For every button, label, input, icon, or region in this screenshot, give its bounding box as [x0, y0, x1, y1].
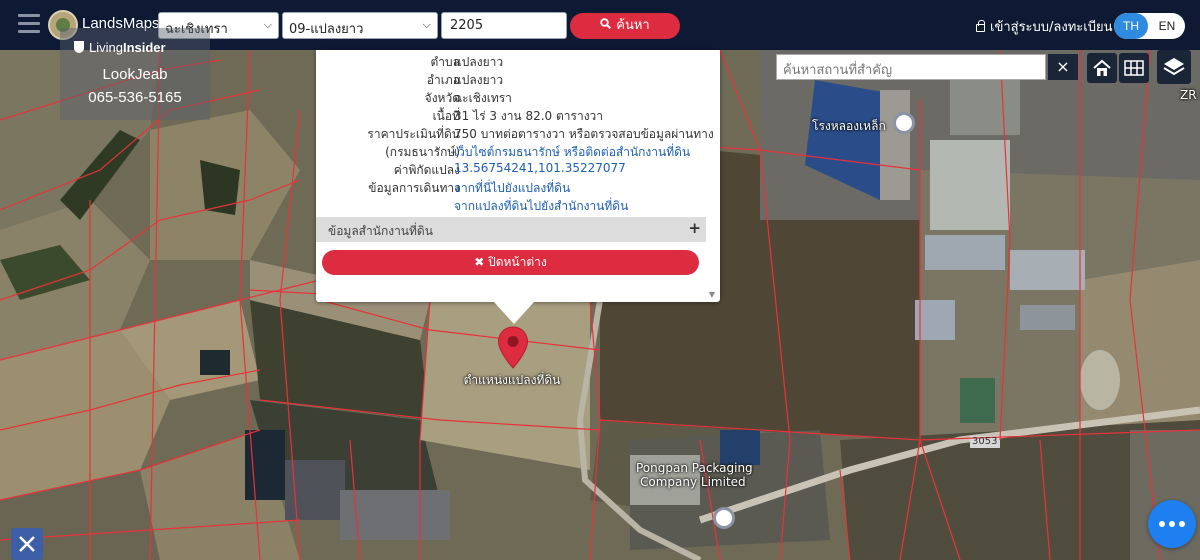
close-icon: ✖: [474, 255, 485, 269]
place-label-packaging-2: Company Limited: [640, 475, 746, 489]
watermark-brand-bold: Insider: [122, 40, 166, 55]
treasury-website-link[interactable]: เว็บไซต์กรมธนารักษ์ หรือติดต่อสำนักงานที…: [454, 143, 690, 162]
lang-en-option[interactable]: EN: [1150, 13, 1184, 39]
watermark-brand-prefix: Living: [89, 40, 123, 55]
parcel-info-popup: ตำบล แปลงยาว อำเภอ แปลงยาว จังหวัด ฉะเชิ…: [316, 50, 720, 324]
info-row-district: อำเภอ แปลงยาว: [316, 71, 720, 89]
grid-view-button[interactable]: [1119, 53, 1149, 83]
chat-button[interactable]: [1148, 500, 1196, 548]
chat-dot: [1169, 521, 1175, 527]
login-register-label: เข้าสู่ระบบ/ลงทะเบียน: [990, 20, 1113, 35]
place-marker-icon[interactable]: [893, 112, 915, 134]
close-window-button[interactable]: ✖ ปิดหน้าต่าง: [322, 250, 699, 275]
info-row-treasury: (กรมธนารักษ์) เว็บไซต์กรมธนารักษ์ หรือติ…: [316, 143, 720, 161]
chevron-down-icon: ⌵: [422, 18, 431, 31]
info-value: ฉะเชิงเทรา: [454, 91, 512, 105]
lock-icon: [976, 20, 985, 32]
grid-icon: [1124, 60, 1144, 76]
livinginsider-watermark: LivingInsider: [74, 40, 166, 55]
map-pin-icon[interactable]: [497, 326, 529, 370]
livinginsider-logo-icon: [74, 41, 84, 53]
measure-tool-button[interactable]: [11, 528, 43, 560]
info-value: 750 บาทต่อตารางวา หรือตรวจสอบข้อมูลผ่านท…: [454, 127, 714, 141]
home-icon: [1093, 59, 1111, 76]
info-row-coordinates: ค่าพิกัดแปลง 13.56754241,101.35227077: [316, 161, 720, 179]
search-type-select[interactable]: 09-แปลงยาว ⌵: [282, 12, 438, 39]
info-row-area: เนื้อที่ 31 ไร่ 3 งาน 82.0 ตารางวา: [316, 107, 720, 125]
layers-button[interactable]: [1157, 50, 1191, 84]
land-office-info-toggle[interactable]: ข้อมูลสำนักงานที่ดิน +: [316, 217, 706, 242]
plus-icon: +: [688, 219, 701, 237]
info-label: ราคาประเมินที่ดิน: [367, 127, 460, 141]
chat-dots-icon: [1159, 521, 1165, 527]
chat-dot: [1179, 521, 1185, 527]
info-value: แปลงยาว: [454, 55, 504, 69]
search-type-select-value: 09-แปลงยาว: [289, 22, 364, 37]
info-label: ค่าพิกัดแปลง: [393, 163, 460, 177]
scroll-down-icon[interactable]: ▼: [709, 290, 715, 299]
lang-th-option[interactable]: TH: [1114, 13, 1148, 39]
place-label-steel: โรงหลองเหล็ก: [812, 119, 886, 133]
info-row-appraisal: ราคาประเมินที่ดิน 750 บาทต่อตารางวา หรือ…: [316, 125, 720, 143]
login-register-link[interactable]: เข้าสู่ระบบ/ลงทะเบียน: [976, 16, 1112, 37]
info-row-directions: ข้อมูลการเดินทาง จากที่นี่ไปยังแปลงที่ดิ…: [316, 179, 720, 197]
info-value: 31 ไร่ 3 งาน 82.0 ตารางวา: [454, 109, 604, 123]
parcel-number-input[interactable]: 2205: [441, 12, 567, 39]
pin-label: ตำแหน่งแปลงที่ดิน: [463, 373, 561, 387]
place-marker-icon[interactable]: [713, 507, 735, 529]
coordinates-link[interactable]: 13.56754241,101.35227077: [454, 161, 626, 175]
road-number-label: 3053: [972, 436, 998, 447]
layers-icon: [1163, 58, 1185, 76]
info-row-directions-office: จากแปลงที่ดินไปยังสำนักงานที่ดิน: [316, 197, 720, 215]
close-icon: ×: [1056, 57, 1070, 76]
chevron-down-icon: ⌵: [263, 18, 272, 31]
tools-icon: [19, 536, 35, 552]
watermark-phone: 065-536-5165: [88, 89, 182, 106]
directions-to-parcel-link[interactable]: จากที่นี่ไปยังแปลงที่ดิน: [454, 179, 570, 198]
close-window-label: ปิดหน้าต่าง: [488, 255, 547, 269]
place-search-input[interactable]: ค้นหาสถานที่สำคัญ: [776, 54, 1046, 80]
info-value: แปลงยาว: [454, 73, 504, 87]
land-office-info-label: ข้อมูลสำนักงานที่ดิน: [328, 224, 433, 238]
directions-to-office-link[interactable]: จากแปลงที่ดินไปยังสำนักงานที่ดิน: [454, 197, 628, 216]
place-label-packaging-1: Pongpan Packaging: [636, 461, 753, 475]
search-icon: [600, 13, 612, 39]
watermark-name: LookJeab: [102, 66, 168, 83]
info-row-province: จังหวัด ฉะเชิงเทรา: [316, 89, 720, 107]
language-toggle[interactable]: TH EN: [1114, 13, 1185, 39]
info-label: ข้อมูลการเดินทาง: [368, 181, 460, 195]
clear-search-button[interactable]: ×: [1048, 54, 1078, 80]
hamburger-menu-icon[interactable]: [18, 14, 40, 34]
info-label: (กรมธนารักษ์): [385, 145, 460, 159]
place-label-zr: ZR Inter: [1180, 88, 1200, 102]
home-button[interactable]: [1087, 53, 1117, 83]
info-row-subdistrict: ตำบล แปลงยาว: [316, 53, 720, 71]
search-button-label: ค้นหา: [616, 18, 650, 33]
search-button[interactable]: ค้นหา: [570, 13, 680, 39]
